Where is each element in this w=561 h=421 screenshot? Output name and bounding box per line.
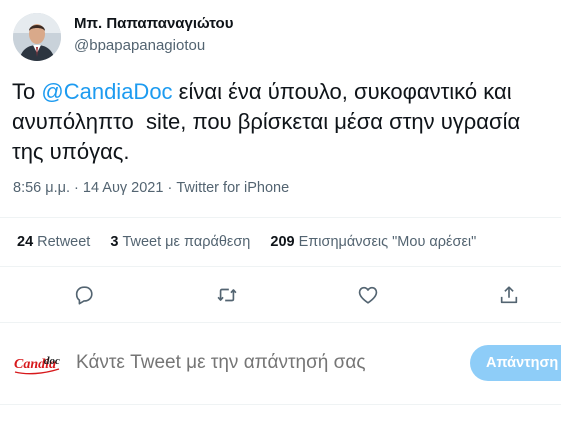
reply-button[interactable] xyxy=(70,281,98,309)
likes-label: Επισημάνσεις "Μου αρέσει" xyxy=(298,234,477,250)
mention-link[interactable]: @CandiaDoc xyxy=(41,79,172,104)
tweet-time[interactable]: 8:56 μ.μ. xyxy=(13,180,70,196)
avatar[interactable] xyxy=(13,13,61,61)
tweet-actions xyxy=(0,281,561,309)
tweet-meta: 8:56 μ.μ. · 14 Αυγ 2021 · Twitter for iP… xyxy=(13,180,289,196)
author-name[interactable]: Μπ. Παπαπαναγιώτου xyxy=(74,15,233,32)
reply-submit-button[interactable]: Απάντηση xyxy=(470,345,561,381)
retweet-icon xyxy=(217,288,237,302)
retweet-button[interactable] xyxy=(213,281,241,309)
tweet-stats: 24 Retweet 3 Tweet με παράθεση 209 Επισημάν… xyxy=(17,234,492,250)
divider xyxy=(0,217,561,218)
retweets-stat[interactable]: 24 Retweet xyxy=(17,234,90,250)
divider xyxy=(0,266,561,267)
meta-separator: · xyxy=(70,180,83,196)
reply-icon xyxy=(75,286,93,305)
likes-count: 209 xyxy=(270,234,295,250)
logo-text-2: doc xyxy=(44,355,60,367)
reply-avatar: Candia doc xyxy=(13,347,61,377)
reply-input[interactable] xyxy=(76,352,456,374)
tweet-text-before: Το xyxy=(12,79,42,104)
share-button[interactable] xyxy=(495,281,523,309)
divider xyxy=(0,322,561,323)
retweets-count: 24 xyxy=(17,234,34,250)
divider xyxy=(0,404,561,405)
quotes-count: 3 xyxy=(110,234,119,250)
tweet-text: Το @CandiaDoc είναι ένα ύπουλο, συκοφαντ… xyxy=(12,77,542,167)
author-handle[interactable]: @bpapapanagiotou xyxy=(74,37,205,54)
likes-stat[interactable]: 209 Επισημάνσεις "Μου αρέσει" xyxy=(270,234,476,250)
quotes-label: Tweet με παράθεση xyxy=(122,234,251,250)
reply-composer: Candia doc Απάντηση xyxy=(0,335,561,395)
retweets-label: Retweet xyxy=(37,234,91,250)
candiadoc-logo: Candia doc xyxy=(14,355,60,375)
like-button[interactable] xyxy=(354,281,382,309)
tweet-date[interactable]: 14 Αυγ 2021 xyxy=(83,180,164,196)
tweet-source[interactable]: Twitter for iPhone xyxy=(176,180,289,196)
like-icon xyxy=(358,286,378,304)
meta-separator: · xyxy=(163,180,177,196)
quotes-stat[interactable]: 3 Tweet με παράθεση xyxy=(110,234,250,250)
avatar-photo xyxy=(13,13,61,61)
share-icon xyxy=(500,286,518,304)
